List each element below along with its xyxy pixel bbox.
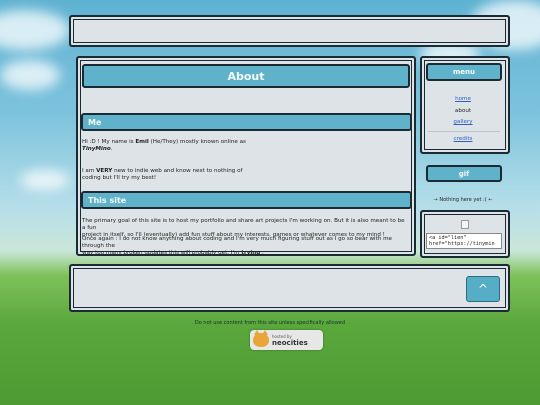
me-very: VERY: [96, 168, 113, 174]
site-p2-line1: Once again : I do not know anything abou…: [82, 236, 392, 249]
me-alias: TinyMino: [82, 146, 111, 152]
gif-note: → Nothing here yet :( ←: [433, 197, 493, 203]
menu-title: menu: [426, 63, 502, 81]
chevron-up-icon: ^: [477, 282, 489, 296]
bottom-panel: [69, 264, 510, 312]
site-p2-end: .: [260, 250, 264, 256]
me-line1-post: (He/They) mostly known online as: [148, 139, 246, 145]
me-line2-post: new to indie web and know next to nothin…: [112, 168, 243, 174]
me-name: Emil: [135, 139, 149, 145]
back-to-top-button[interactable]: ^: [466, 276, 500, 302]
site-p2-trying: trying: [241, 250, 261, 256]
neocities-cat-icon: [253, 330, 269, 347]
neocities-badge[interactable]: hosted by neocities: [250, 330, 323, 350]
button-code-textarea[interactable]: <a id="lien" href="https://tinymin: [426, 233, 502, 249]
me-line2-pre: I am: [82, 168, 97, 174]
gif-title-text: gif: [458, 169, 470, 178]
header-panel: [69, 15, 510, 47]
site-paragraph-2: Once again : I do not know anything abou…: [82, 236, 407, 257]
site-heading-text: This site: [88, 195, 127, 205]
cloud: [0, 60, 60, 90]
badge-small-text: hosted by: [272, 333, 292, 339]
me-line3: coding but I'll try my best!: [82, 175, 157, 181]
menu-item-home[interactable]: home: [424, 96, 502, 102]
menu-item-about[interactable]: about: [424, 108, 502, 114]
gif-title: gif: [426, 165, 502, 182]
site-p2-line2-pre: way too many broken updates this will pr…: [82, 250, 242, 256]
me-heading-text: Me: [88, 117, 102, 127]
footer-note: Do not use content from this site unless…: [194, 320, 346, 326]
me-line1-pre: Hi :D ! My name is: [82, 139, 136, 145]
me-paragraph-1: Hi :D ! My name is Emil (He/They) mostly…: [82, 139, 382, 153]
cloud: [20, 170, 70, 190]
cloud: [0, 10, 70, 50]
me-alias-end: .: [110, 146, 113, 152]
about-title-text: About: [227, 69, 265, 83]
site-heading: This site: [81, 191, 412, 209]
about-title: About: [82, 64, 410, 88]
menu-title-text: menu: [452, 68, 475, 76]
menu-divider: [428, 131, 500, 132]
site-p1-line1: The primary goal of this site is to host…: [82, 218, 405, 231]
menu-item-credits[interactable]: credits: [424, 136, 502, 142]
me-heading: Me: [81, 113, 412, 131]
neocities-badge-text: hosted by neocities: [272, 334, 308, 347]
menu-item-gallery[interactable]: gallery: [424, 119, 502, 125]
broken-image-icon: [461, 220, 469, 229]
me-paragraph-2: I am VERY new to indie web and know next…: [82, 168, 382, 182]
badge-big-text: neocities: [272, 338, 308, 347]
